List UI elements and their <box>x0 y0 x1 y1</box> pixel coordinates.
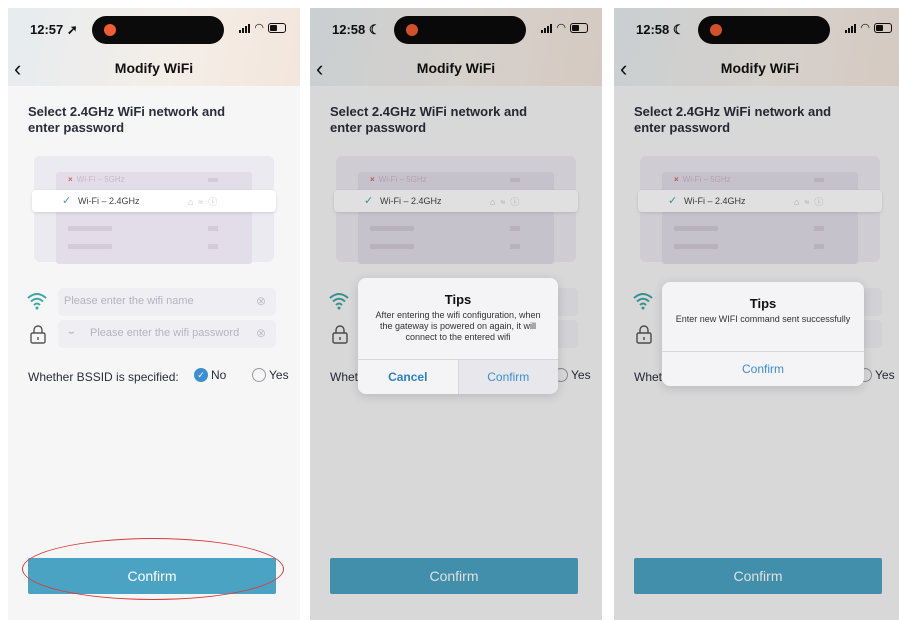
wifi-5ghz-row: × Wi-Fi – 5GHz <box>68 175 125 184</box>
bssid-option-no[interactable]: ✓ No <box>194 368 226 382</box>
wifi-password-placeholder: Please enter the wifi password <box>90 327 240 339</box>
phone-screen-2: 12:58 ☾ ◠ ‹ Modify WiFi Select 2.4GHz Wi… <box>310 8 602 620</box>
bssid-no-label: No <box>211 368 227 382</box>
battery-icon <box>268 22 286 33</box>
wifi-5ghz-label: Wi-Fi – 5GHz <box>76 175 125 184</box>
tips-dialog: Tips After entering the wifi configurati… <box>358 278 558 394</box>
wifi-icon <box>27 293 47 310</box>
wifi-password-input[interactable]: ⌣ Please enter the wifi password ⊗ <box>58 320 276 348</box>
cellular-signal-icon <box>239 23 251 33</box>
tips-dialog: Tips Enter new WIFI command sent success… <box>662 282 864 386</box>
placeholder-bar <box>68 244 112 249</box>
page-title: Modify WiFi <box>114 60 194 76</box>
dialog-message: Enter new WIFI command sent successfully <box>675 314 851 324</box>
clear-icon[interactable]: ⊗ <box>256 326 266 340</box>
dynamic-island <box>92 16 224 44</box>
placeholder-bar <box>68 226 112 231</box>
annotation-circle <box>22 538 284 600</box>
dialog-actions: Confirm <box>662 351 864 386</box>
illustration-panel <box>56 172 252 264</box>
phone-screen-3: 12:58 ☾ ◠ ‹ Modify WiFi Select 2.4GHz Wi… <box>614 8 899 620</box>
cross-icon: × <box>68 175 73 184</box>
bssid-yes-label: Yes <box>269 368 289 382</box>
eye-closed-icon[interactable]: ⌣ <box>68 327 75 338</box>
wifi-24ghz-row: ✓ Wi-Fi – 2.4GHz ⌂≈ⓘ <box>32 190 276 212</box>
dialog-actions: Cancel Confirm <box>358 359 558 394</box>
status-time: 12:57 ➚ <box>30 22 78 37</box>
dialog-title: Tips <box>749 296 777 311</box>
nav-bar: ‹ Modify WiFi <box>8 56 300 86</box>
status-icons: ◠ <box>239 21 286 34</box>
placeholder-bar <box>208 244 218 249</box>
dialog-message: After entering the wifi configuration, w… <box>375 310 541 342</box>
phone-screen-1: 12:57 ➚ ◠ ‹ Modify WiFi Select 2.4GHz Wi… <box>8 8 300 620</box>
wifi-illustration: × Wi-Fi – 5GHz ✓ Wi-Fi – 2.4GHz ⌂≈ⓘ <box>32 156 276 264</box>
dialog-cancel-button[interactable]: Cancel <box>358 360 458 394</box>
bssid-label: Whether BSSID is specified: <box>28 370 179 384</box>
lock-icon <box>30 325 46 344</box>
location-arrow-icon: ➚ <box>66 22 78 37</box>
wifi-name-input[interactable]: Please enter the wifi name ⊗ <box>58 288 276 316</box>
recording-dot-icon <box>104 24 116 36</box>
clear-icon[interactable]: ⊗ <box>256 294 266 308</box>
dialog-confirm-button[interactable]: Confirm <box>662 352 864 386</box>
wifi-name-placeholder: Please enter the wifi name <box>64 295 194 307</box>
network-status-icons: ⌂≈ⓘ <box>188 197 223 207</box>
status-bar: 12:57 ➚ ◠ <box>8 8 300 56</box>
instruction-heading: Select 2.4GHz WiFi network and enter pas… <box>28 104 226 135</box>
dialog-title: Tips <box>444 292 472 307</box>
wifi-status-icon: ◠ <box>254 22 264 34</box>
check-icon: ✓ <box>62 195 72 207</box>
radio-checked-icon[interactable]: ✓ <box>194 368 208 382</box>
dialog-confirm-button[interactable]: Confirm <box>457 360 558 394</box>
radio-unchecked-icon[interactable] <box>252 368 266 382</box>
bssid-option-yes[interactable]: Yes <box>252 368 289 382</box>
placeholder-bar <box>208 226 218 231</box>
wifi-24ghz-label: Wi-Fi – 2.4GHz <box>78 196 140 206</box>
placeholder-bar <box>208 178 218 182</box>
